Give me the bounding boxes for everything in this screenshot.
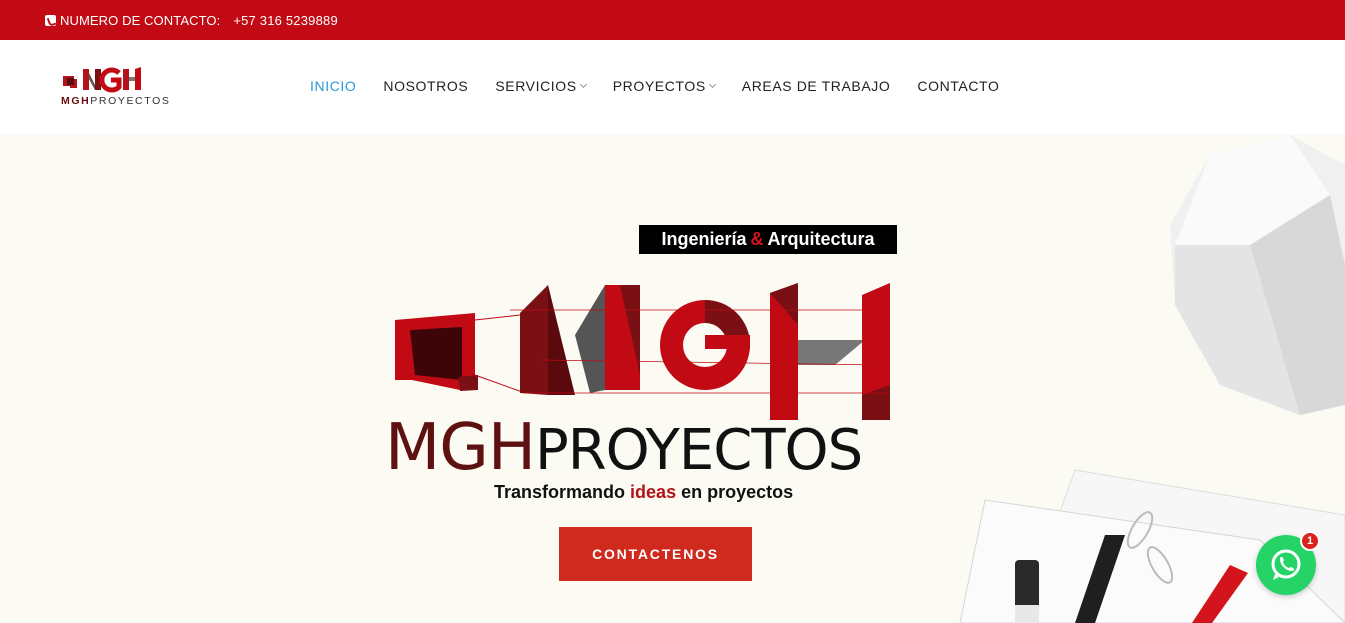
site-logo[interactable]: MGHPROYECTOS <box>61 67 171 109</box>
tagline-part1: Ingeniería <box>661 229 747 249</box>
slogan-part1: Transformando <box>494 482 626 502</box>
nav-item-contacto[interactable]: CONTACTO <box>917 78 999 94</box>
tagline-part2: Arquitectura <box>767 229 875 249</box>
contactenos-button[interactable]: CONTACTENOS <box>559 527 752 581</box>
nav-label: NOSOTROS <box>383 78 469 94</box>
decorative-polyhedron-icon <box>1170 135 1345 415</box>
nav-item-inicio[interactable]: INICIO <box>310 78 356 94</box>
phone-icon <box>45 14 56 26</box>
nav-label: CONTACTO <box>917 78 1000 94</box>
slogan-highlight: ideas <box>630 482 677 502</box>
nav-item-areas-de-trabajo[interactable]: AREAS DE TRABAJO <box>742 78 891 94</box>
top-contact-bar: NUMERO DE CONTACTO: +57 316 5239889 <box>0 0 1345 40</box>
nav-label: PROYECTOS <box>612 78 706 94</box>
slogan-part2: en proyectos <box>681 482 794 502</box>
whatsapp-notification-badge: 1 <box>1300 531 1320 551</box>
nav-label: AREAS DE TRABAJO <box>741 78 891 94</box>
tagline-badge: Ingeniería & Arquitectura <box>639 225 897 254</box>
brand-part2: PROYECTOS <box>534 418 863 483</box>
tagline-ampersand: & <box>750 229 764 249</box>
contact-number[interactable]: +57 316 5239889 <box>233 13 338 28</box>
nav-item-nosotros[interactable]: NOSOTROS <box>383 78 468 94</box>
nav-item-proyectos[interactable]: PROYECTOS <box>612 78 716 94</box>
logo-mark-icon <box>63 67 141 93</box>
contact-label: NUMERO DE CONTACTO: <box>60 12 221 28</box>
hero-section: Ingeniería & Arquitectura MGHPROYECTOS T… <box>0 135 1345 623</box>
site-header: MGHPROYECTOS INICIO NOSOTROS SERVICIOS P… <box>0 40 1345 135</box>
chevron-down-icon <box>708 80 716 89</box>
logo-subtext: MGHPROYECTOS <box>61 95 171 107</box>
chevron-down-icon <box>579 80 587 89</box>
main-nav: INICIO NOSOTROS SERVICIOS PROYECTOS AREA… <box>310 78 1026 94</box>
whatsapp-icon <box>1271 549 1301 580</box>
mgh-logo-mark-icon <box>395 283 890 420</box>
nav-label: INICIO <box>310 78 357 94</box>
hero-slogan: Transformando ideas en proyectos <box>494 482 793 503</box>
brand-name: MGHPROYECTOS <box>385 411 863 486</box>
nav-item-servicios[interactable]: SERVICIOS <box>495 78 587 94</box>
brand-part1: MGH <box>385 411 536 485</box>
nav-label: SERVICIOS <box>495 78 577 94</box>
